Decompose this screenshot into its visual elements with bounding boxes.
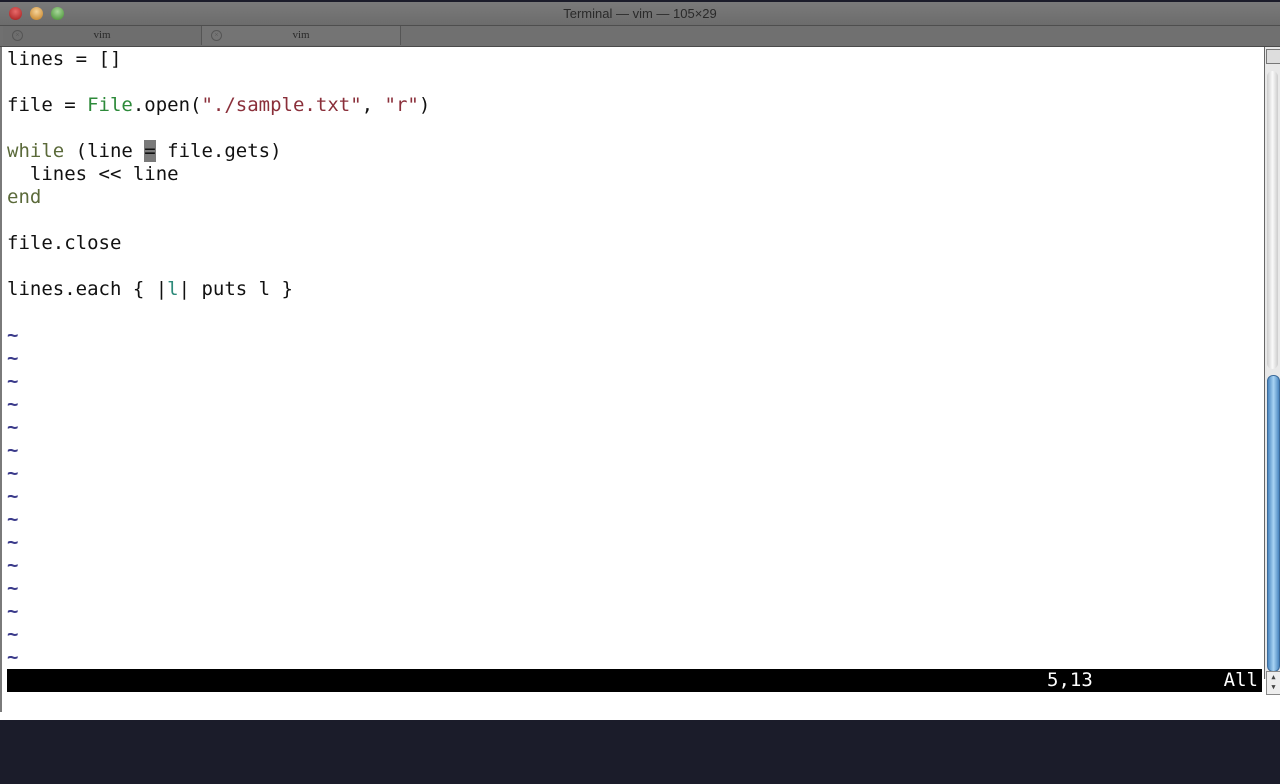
code-token: while <box>7 140 65 162</box>
scrollbar-thumb[interactable] <box>1267 375 1280 672</box>
code-token: l <box>167 278 179 300</box>
empty-line-tilde: ~ <box>7 577 19 599</box>
close-tab-icon[interactable]: × <box>211 30 222 41</box>
tab-vim-1[interactable]: × vim <box>3 26 202 45</box>
split-pane-icon[interactable] <box>1266 49 1280 64</box>
code-token: file.gets) <box>155 140 282 162</box>
empty-line-tilde: ~ <box>7 347 19 369</box>
empty-line-tilde: ~ <box>7 600 19 622</box>
code-line[interactable]: lines << line <box>7 163 179 186</box>
code-token: end <box>7 186 42 208</box>
scroll-indicator: All <box>1223 669 1258 691</box>
code-line[interactable]: file = File.open("./sample.txt", "r") <box>7 94 430 117</box>
code-line[interactable]: while (line = file.gets) <box>7 140 282 163</box>
empty-line-tilde: ~ <box>7 623 19 645</box>
tab-bar: × vim × vim <box>0 26 1280 47</box>
empty-line-tilde: ~ <box>7 531 19 553</box>
tab-label: vim <box>93 29 111 41</box>
terminal-window: Terminal — vim — 105×29 × vim × vim [1] … <box>0 2 1280 720</box>
scrollbar-track[interactable] <box>1267 71 1278 369</box>
code-token: , <box>361 94 385 116</box>
tab-label: vim <box>292 29 310 41</box>
vim-statusline: [1] reading_1.rb [ruby] 5,13 All <box>7 669 1262 714</box>
code-token: File <box>87 94 133 116</box>
empty-line-tilde: ~ <box>7 324 19 346</box>
code-token: lines = [] <box>7 48 122 70</box>
vertical-scrollbar[interactable]: ▲ ▼ <box>1264 47 1280 695</box>
scroll-arrows[interactable]: ▲ ▼ <box>1266 671 1280 695</box>
code-line[interactable]: lines = [] <box>7 48 121 71</box>
text-cursor: = <box>144 140 156 162</box>
code-token: lines << line <box>7 163 179 185</box>
empty-line-tilde: ~ <box>7 393 19 415</box>
code-token: "./sample.txt" <box>201 94 362 116</box>
code-token: lines.each { | <box>7 278 168 300</box>
code-token: file.close <box>7 232 122 254</box>
close-tab-icon[interactable]: × <box>12 30 23 41</box>
tab-vim-2[interactable]: × vim <box>202 26 401 45</box>
code-token: | puts l } <box>178 278 293 300</box>
window-title: Terminal — vim — 105×29 <box>563 6 717 21</box>
code-token: ) <box>418 94 431 116</box>
code-line[interactable]: end <box>7 186 41 209</box>
empty-line-tilde: ~ <box>7 439 19 461</box>
cursor-position: 5,13 <box>1047 669 1093 691</box>
title-bar[interactable]: Terminal — vim — 105×29 <box>0 2 1280 26</box>
vim-buffer[interactable]: [1] reading_1.rb [ruby] 5,13 All lines =… <box>0 47 1264 714</box>
code-token: (line <box>64 140 145 162</box>
empty-line-tilde: ~ <box>7 508 19 530</box>
empty-line-tilde: ~ <box>7 554 19 576</box>
code-token: file = <box>7 94 88 116</box>
code-token: .open( <box>132 94 202 116</box>
code-line[interactable]: file.close <box>7 232 121 255</box>
empty-line-tilde: ~ <box>7 462 19 484</box>
code-token: "r" <box>384 94 419 116</box>
status-filename: [1] reading_1.rb [ruby] <box>75 692 339 714</box>
code-line[interactable]: lines.each { |l| puts l } <box>7 278 293 301</box>
empty-line-tilde: ~ <box>7 416 19 438</box>
empty-line-tilde: ~ <box>7 485 19 507</box>
empty-line-tilde: ~ <box>7 646 19 668</box>
empty-line-tilde: ~ <box>7 370 19 392</box>
